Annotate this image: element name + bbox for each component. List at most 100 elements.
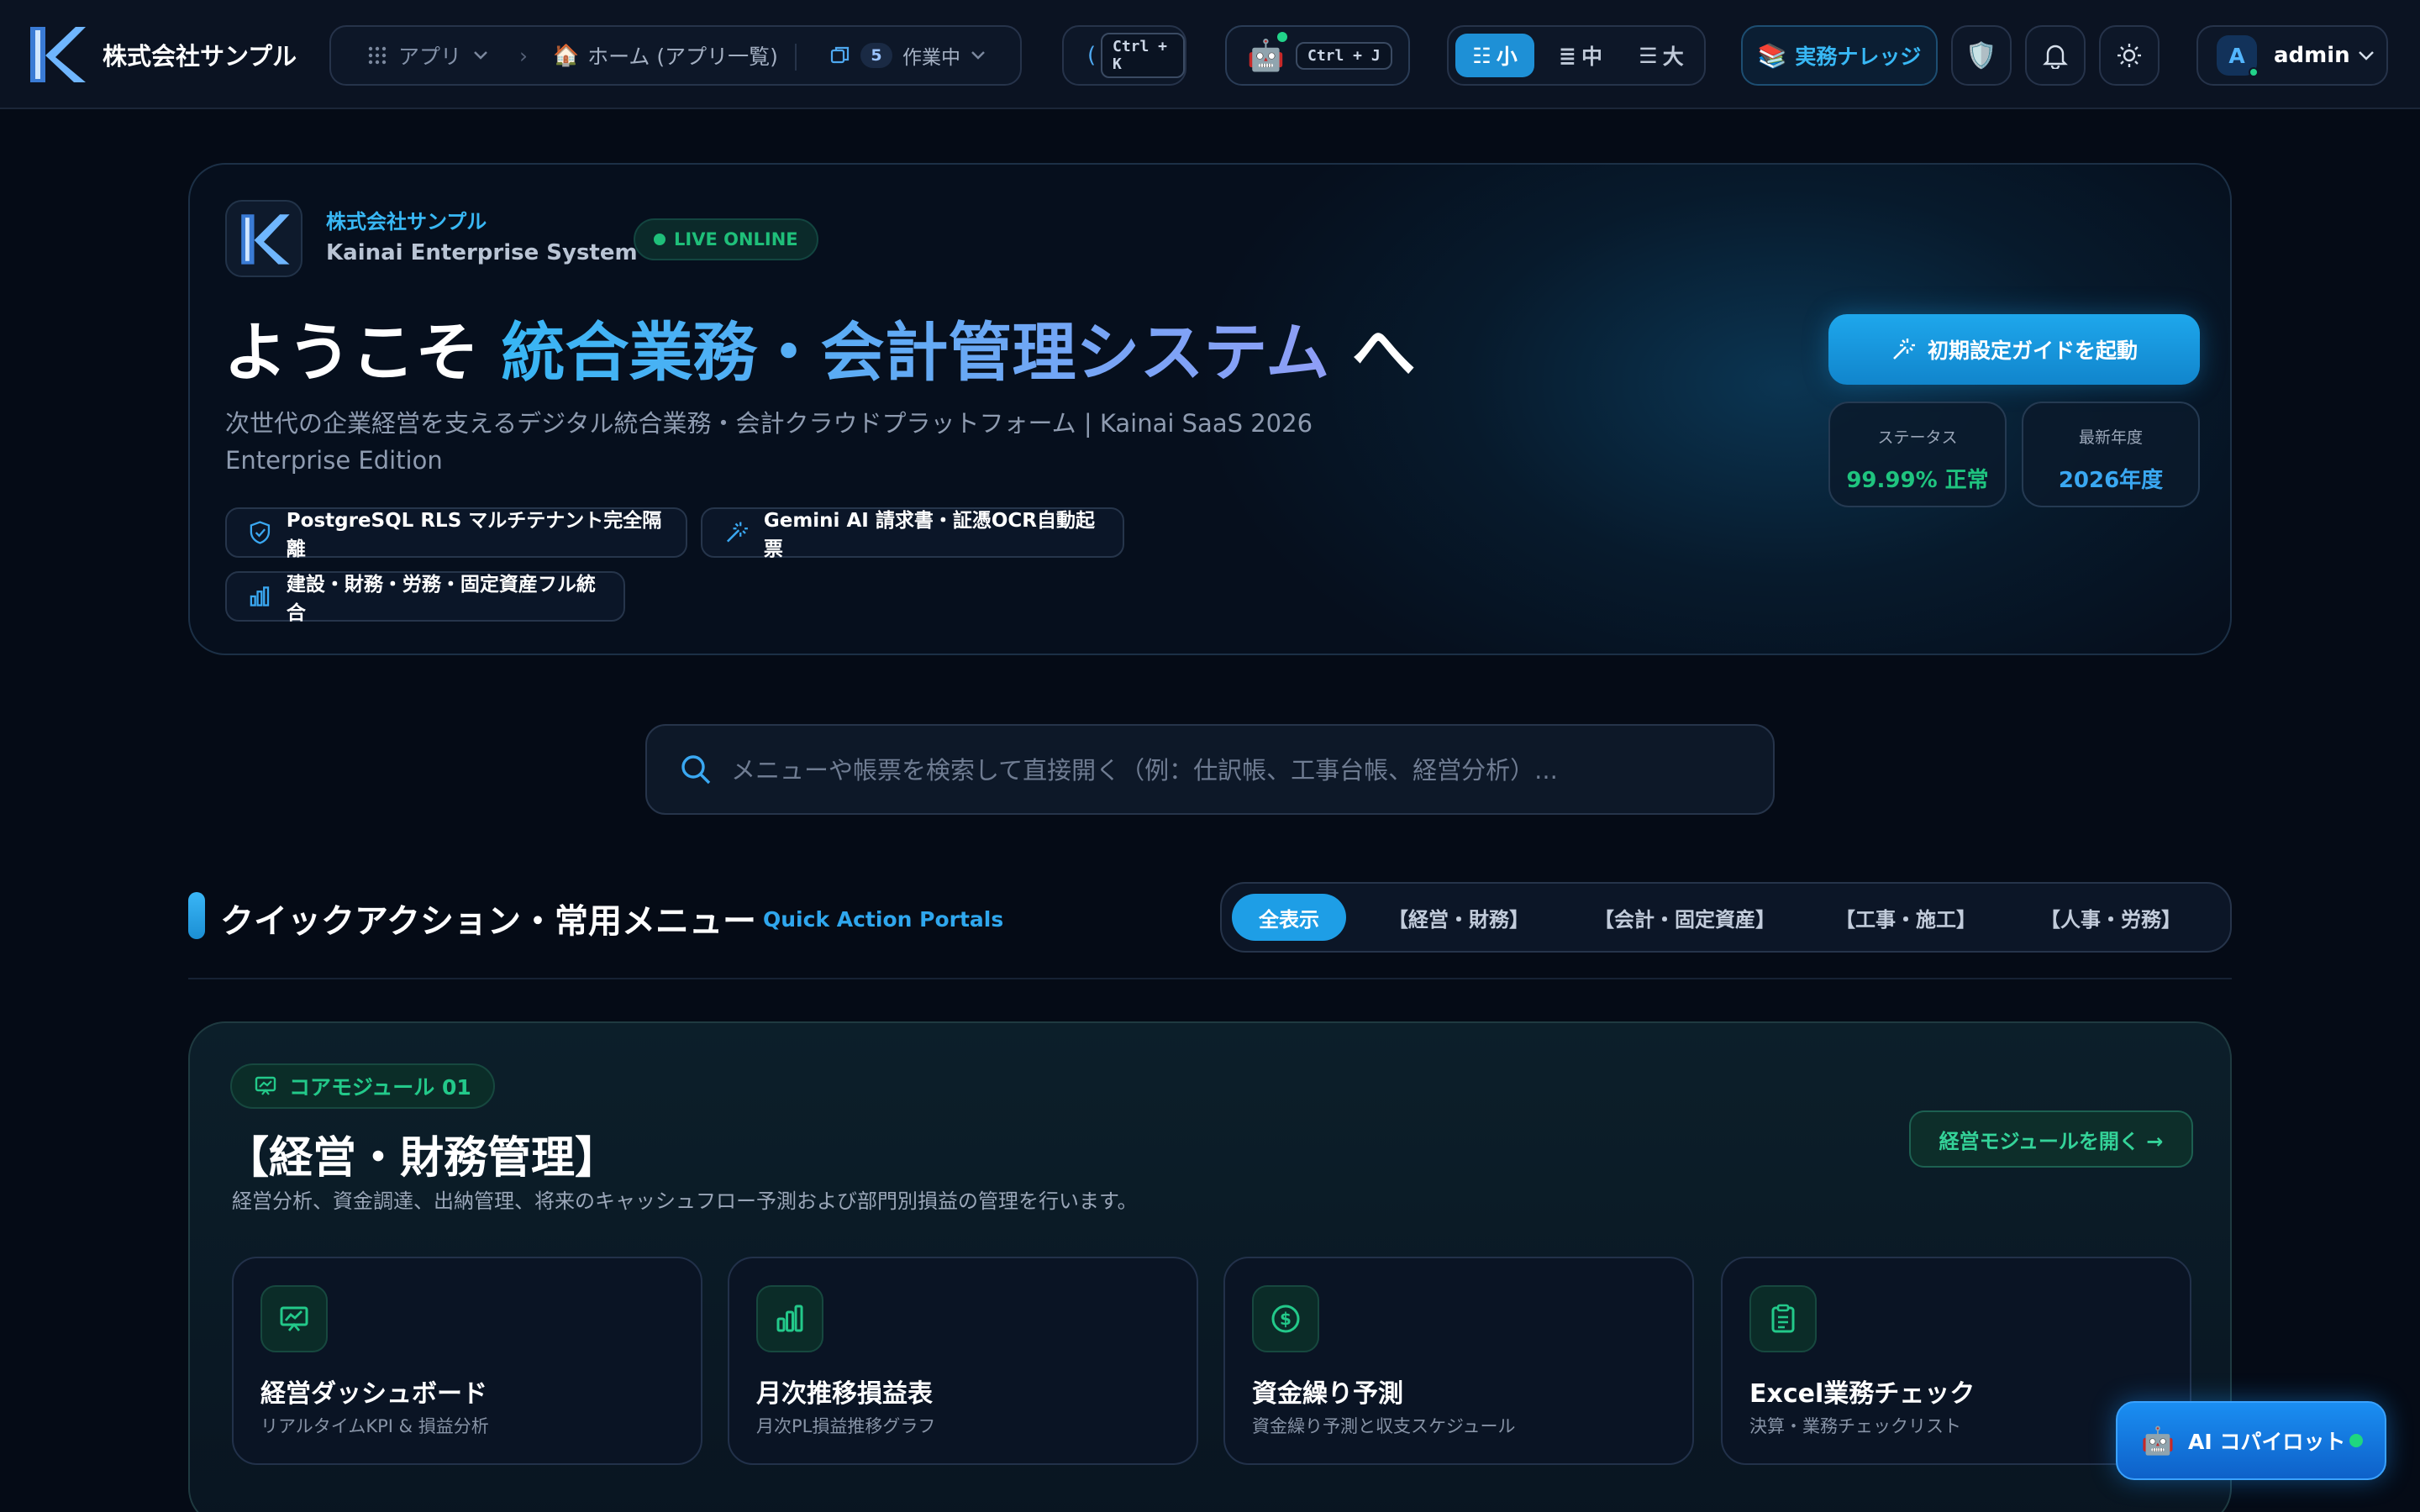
search-icon — [681, 755, 711, 785]
size-medium-button[interactable]: ≣ 中 — [1543, 34, 1618, 77]
card-title: 資金繰り予測 — [1252, 1379, 1403, 1409]
bell-icon — [2043, 45, 2068, 69]
hero-company-name: 株式会社サンプル — [326, 210, 487, 234]
svg-text:$: $ — [1280, 1309, 1292, 1329]
card-title: 月次推移損益表 — [756, 1379, 933, 1409]
module-tag: コアモジュール 01 — [230, 1063, 495, 1109]
search-input[interactable] — [731, 749, 1739, 791]
card-cashflow-forecast[interactable]: $ 資金繰り予測 資金繰り予測と収支スケジュール — [1223, 1257, 1694, 1465]
tab-construction[interactable]: 【工事・施工】 — [1823, 894, 1988, 941]
user-name: admin — [2274, 43, 2350, 68]
divider — [795, 44, 797, 71]
status-dot — [654, 234, 666, 245]
brand-name[interactable]: 株式会社サンプル — [103, 37, 297, 72]
size-small-label: 小 — [1496, 45, 1518, 69]
home-label: ホーム (アプリ一覧) — [587, 45, 778, 69]
chevron-right-icon: › — [519, 43, 528, 68]
title-accent: 統合業務・会計管理システム — [501, 315, 1330, 390]
notifications-button[interactable] — [2025, 25, 2086, 86]
home-breadcrumb[interactable]: 🏠 ホーム (アプリ一覧) — [553, 40, 778, 71]
command-search-button[interactable]: ( Ctrl + K — [1062, 25, 1186, 86]
top-navigation-bar: 株式会社サンプル アプリ › 🏠 ホーム (アプリ一覧) 5 作業中 ( Ctr… — [0, 0, 2420, 109]
knowledge-button[interactable]: 📚 実務ナレッジ — [1741, 25, 1938, 86]
stat-value: 99.99% 正常 — [1846, 468, 1989, 493]
chevron-down-icon — [971, 51, 985, 60]
company-logo[interactable] — [27, 24, 87, 86]
feature-label: PostgreSQL RLS マルチテナント完全隔離 — [286, 510, 662, 560]
tab-accounting-assets[interactable]: 【会計・固定資産】 — [1580, 894, 1790, 941]
tab-management-finance[interactable]: 【経営・財務】 — [1375, 894, 1543, 941]
welcome-hero: 株式会社サンプル Kainai Enterprise System LIVE O… — [188, 163, 2232, 655]
ctrl-k-shortcut: Ctrl + K — [1101, 33, 1185, 78]
tab-hr-labor[interactable]: 【人事・労務】 — [2028, 894, 2193, 941]
apps-label: アプリ — [398, 45, 462, 69]
dollar-circle-icon: $ — [1252, 1285, 1319, 1352]
sun-icon — [2118, 44, 2141, 67]
status-stat-card: ステータス 99.99% 正常 — [1828, 402, 2007, 507]
menu-search-bar — [645, 724, 1775, 815]
security-button[interactable]: 🛡️ — [1951, 25, 2012, 86]
section-accent-bar — [188, 892, 205, 939]
feature-chip-ocr: Gemini AI 請求書・証憑OCR自動起票 — [701, 507, 1124, 560]
stat-label: ステータス — [1877, 428, 1958, 447]
robot-icon: 🤖 — [2141, 1425, 2175, 1457]
module-title: 【経営・財務管理】 — [225, 1133, 619, 1184]
category-filter-tabs: 全表示 【経営・財務】 【会計・固定資産】 【工事・施工】 【人事・労務】 — [1220, 882, 2232, 953]
chevron-down-icon — [2359, 51, 2374, 60]
active-tasks-button[interactable]: 5 作業中 — [830, 41, 986, 70]
card-monthly-pl[interactable]: 月次推移損益表 月次PL損益推移グラフ — [728, 1257, 1198, 1465]
open-module-button[interactable]: 経営モジュールを開く → — [1909, 1110, 2193, 1168]
shield-check-icon — [250, 521, 271, 544]
list-large-icon: ☰ — [1639, 43, 1658, 68]
card-subtitle: リアルタイムKPI & 損益分析 — [260, 1416, 489, 1436]
feature-label: 建設・財務・労務・固定資産フル統合 — [286, 574, 596, 624]
module-tag-label: コアモジュール 01 — [289, 1075, 471, 1100]
size-large-label: 大 — [1662, 45, 1684, 69]
setup-guide-label: 初期設定ガイドを起動 — [1927, 339, 2138, 363]
presentation-chart-icon — [260, 1285, 328, 1352]
size-small-button[interactable]: ☷ 小 — [1455, 34, 1534, 77]
hero-system-name: Kainai Enterprise System — [326, 240, 638, 265]
card-subtitle: 資金繰り予測と収支スケジュール — [1252, 1416, 1516, 1436]
feature-chip-integration: 建設・財務・労務・固定資産フル統合 — [225, 571, 625, 624]
system-logo — [225, 200, 302, 277]
books-icon: 📚 — [1757, 41, 1787, 70]
clipboard-check-icon — [1749, 1285, 1817, 1352]
bar-chart-icon — [756, 1285, 823, 1352]
ai-assistant-button[interactable]: 🤖 Ctrl + J — [1225, 25, 1410, 86]
size-medium-label: 中 — [1581, 45, 1602, 69]
theme-toggle-button[interactable] — [2099, 25, 2160, 86]
section-divider — [188, 978, 2232, 979]
live-status-label: LIVE ONLINE — [674, 229, 798, 249]
sparkle-wand-icon — [1893, 339, 1915, 360]
search-loader-icon: ( — [1087, 43, 1097, 68]
card-subtitle: 月次PL損益推移グラフ — [756, 1416, 936, 1436]
section-subtitle: Quick Action Portals — [763, 907, 1004, 932]
online-indicator — [1277, 32, 1287, 42]
tasks-label: 作業中 — [902, 47, 960, 69]
presentation-chart-icon — [255, 1076, 276, 1095]
module-management-finance: コアモジュール 01 【経営・財務管理】 経営分析、資金調達、出納管理、将来のキ… — [188, 1021, 2232, 1512]
breadcrumb-navigation: アプリ › 🏠 ホーム (アプリ一覧) 5 作業中 — [329, 25, 1022, 86]
live-status-badge: LIVE ONLINE — [634, 218, 818, 260]
list-medium-icon: ≣ — [1559, 43, 1576, 68]
robot-icon: 🤖 — [1247, 39, 1285, 73]
apps-menu-button[interactable]: アプリ — [368, 40, 488, 71]
windows-icon — [830, 46, 850, 64]
card-management-dashboard[interactable]: 経営ダッシュボード リアルタイムKPI & 損益分析 — [232, 1257, 702, 1465]
online-indicator — [2349, 1434, 2363, 1447]
bar-chart-icon — [250, 586, 270, 606]
size-large-button[interactable]: ☰ 大 — [1623, 34, 1699, 77]
card-title: Excel業務チェック — [1749, 1379, 1975, 1409]
user-menu-button[interactable]: A admin — [2196, 25, 2388, 86]
module-description: 経営分析、資金調達、出納管理、将来のキャッシュフロー予測および部門別損益の管理を… — [232, 1189, 1138, 1213]
grid-icon — [368, 46, 387, 65]
page-title: ようこそ 統合業務・会計管理システム へ — [224, 301, 1416, 393]
sparkle-wand-icon — [726, 522, 748, 543]
tab-all[interactable]: 全表示 — [1232, 894, 1346, 941]
fiscal-year-stat-card: 最新年度 2026年度 — [2022, 402, 2200, 507]
copilot-label: AI コパイロット — [2188, 1430, 2346, 1454]
ai-copilot-button[interactable]: 🤖 AI コパイロット — [2116, 1401, 2386, 1480]
setup-guide-button[interactable]: 初期設定ガイドを起動 — [1828, 314, 2200, 385]
list-compact-icon: ☷ — [1472, 43, 1491, 68]
